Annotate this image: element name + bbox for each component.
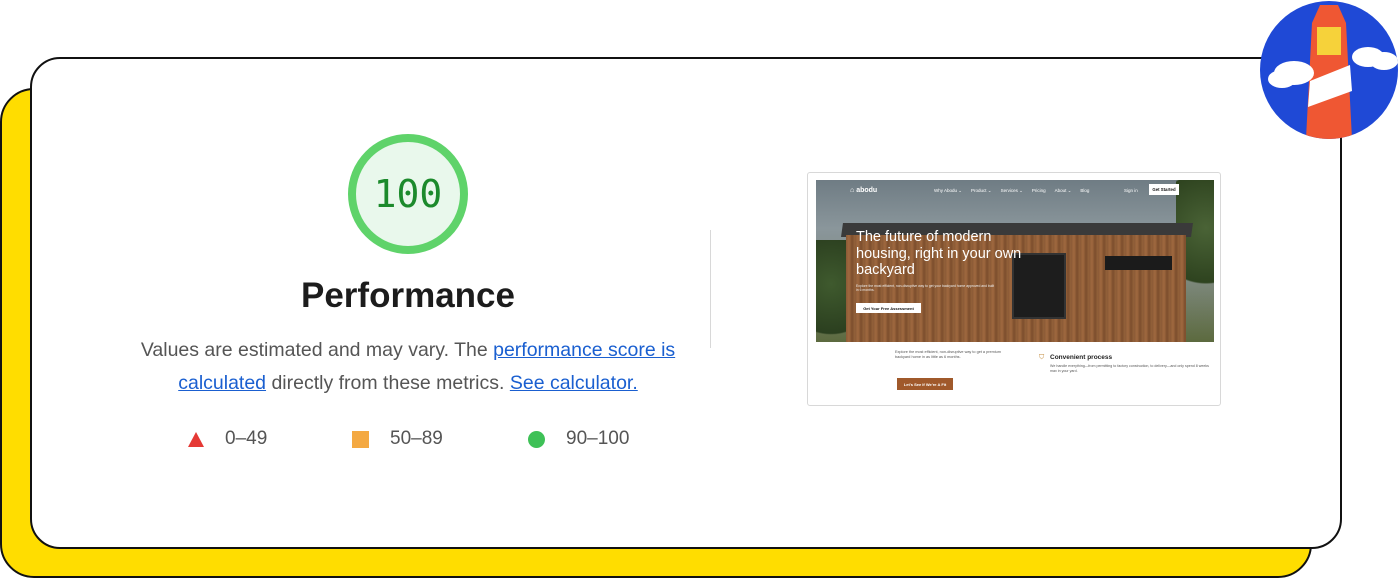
description-text: directly from these metrics. (266, 372, 510, 394)
thumbnail-nav: ⌂ abodu Why Abodu ⌄ Product ⌄ Services ⌄ Pr… (816, 180, 1214, 200)
cabin-window (1105, 256, 1172, 270)
thumbnail-signin: Sign in (1124, 188, 1138, 193)
score-description: Values are estimated and may vary. The p… (140, 334, 676, 400)
thumbnail-hero: ⌂ abodu Why Abodu ⌄ Product ⌄ Services ⌄ Pr… (816, 180, 1214, 342)
thumbnail-hero-button: Get Your Free Assessment (856, 303, 921, 313)
legend-item-pass: 90–100 (528, 428, 629, 450)
lighthouse-graphic (1268, 5, 1398, 139)
abodu-logo: ⌂ abodu (850, 187, 878, 194)
thumbnail-get-started: Get Started (1149, 184, 1179, 195)
page-screenshot-thumbnail[interactable]: ⌂ abodu Why Abodu ⌄ Product ⌄ Services ⌄ Pr… (807, 172, 1221, 406)
legend-item-average: 50–89 (352, 428, 443, 450)
circle-icon (528, 430, 545, 448)
triangle-icon (188, 431, 204, 447)
score-value: 100 (373, 172, 443, 216)
thumbnail-lower-panel: Explore the most efficient, non-disrupti… (887, 342, 1214, 399)
legend-item-fail: 0–49 (188, 428, 267, 450)
shield-icon: ⛉ (1039, 354, 1045, 361)
thumbnail-hero-subtitle: Explore the most efficient, non-disrupti… (856, 284, 995, 293)
thumbnail-lower-text: Explore the most efficient, non-disrupti… (895, 350, 1001, 359)
legend-label: 50–89 (390, 428, 443, 449)
legend-label: 90–100 (566, 428, 630, 449)
thumbnail-hero-title: The future of modern housing, right in y… (856, 229, 1022, 278)
thumbnail-feature: ⛉ Convenient process We handle everythin… (1039, 354, 1209, 373)
thumbnail-nav-links: Why Abodu ⌄ Product ⌄ Services ⌄ Pricing Abo… (934, 188, 1090, 193)
lighthouse-icon (1260, 1, 1398, 139)
square-icon (352, 430, 369, 448)
performance-score-gauge[interactable]: 100 (348, 134, 468, 254)
thumbnail-feature-text: We handle everything—from permitting to … (1050, 364, 1209, 373)
legend-label: 0–49 (225, 428, 268, 449)
see-calculator-link[interactable]: See calculator. (510, 372, 638, 394)
thumbnail-feature-title: Convenient process (1050, 354, 1113, 361)
thumbnail-lower-button: Let's See If We're A Fit (897, 378, 953, 390)
divider (710, 230, 711, 348)
description-text: Values are estimated and may vary. The (140, 339, 494, 361)
category-title: Performance (301, 276, 515, 315)
